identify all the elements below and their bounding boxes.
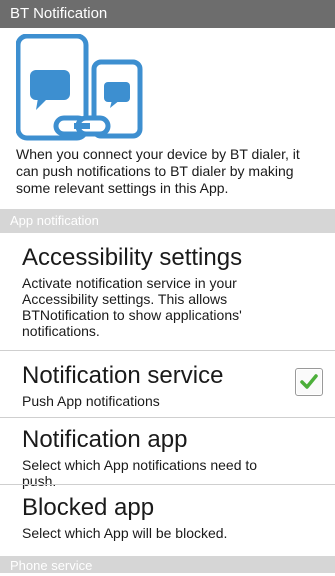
- app-title: BT Notification: [10, 5, 108, 22]
- pref-summary: Push App notifications: [22, 393, 160, 409]
- pref-title: Notification service: [22, 362, 224, 389]
- pref-summary: Activate notification service in your Ac…: [22, 275, 242, 339]
- pref-summary: Select which App will be blocked.: [22, 525, 228, 541]
- pref-title: Accessibility settings: [22, 244, 243, 271]
- notification-app-item[interactable]: Notification app Select which App notifi…: [0, 426, 335, 489]
- divider: [0, 350, 335, 351]
- divider: [0, 417, 335, 418]
- pref-title: Notification app: [22, 426, 188, 453]
- blocked-app-item[interactable]: Blocked app Select which App will be blo…: [0, 494, 335, 541]
- pref-title: Blocked app: [22, 494, 155, 521]
- checkmark-icon: [300, 374, 318, 389]
- notification-service-checkbox[interactable]: [295, 368, 323, 396]
- app-title-bar: BT Notification: [0, 0, 335, 28]
- phone-watch-link-icon: [15, 33, 144, 142]
- accessibility-settings-item[interactable]: Accessibility settings Activate notifica…: [0, 244, 335, 339]
- divider: [0, 484, 335, 485]
- section-header-phone-service: Phone service: [0, 556, 335, 573]
- notification-service-item[interactable]: Notification service Push App notificati…: [0, 362, 335, 409]
- section-header-app-notification: App notification: [0, 209, 335, 233]
- section-header-label: App notification: [10, 213, 99, 228]
- intro-description: When you connect your device by BT diale…: [16, 146, 300, 196]
- section-header-label: Phone service: [10, 558, 93, 573]
